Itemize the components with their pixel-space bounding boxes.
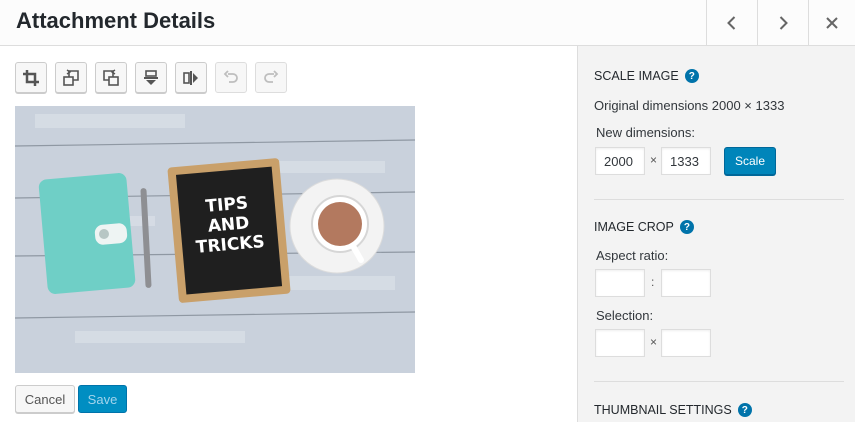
rotate-right-icon xyxy=(103,68,119,86)
rotate-left-button[interactable] xyxy=(55,62,87,93)
aspect-ratio-width-input[interactable] xyxy=(595,269,645,297)
crop-icon xyxy=(23,69,39,86)
selection-height-input[interactable] xyxy=(661,329,711,357)
rotate-left-icon xyxy=(63,68,79,86)
help-icon[interactable]: ? xyxy=(679,220,694,234)
thumbnail-settings-heading: Thumbnail Settings ? xyxy=(594,403,752,417)
selection-separator: × xyxy=(650,335,658,349)
flip-horizontal-icon xyxy=(183,70,198,85)
new-dimensions-label: New dimensions: xyxy=(596,125,695,140)
scale-image-heading: Scale Image ? xyxy=(594,69,699,83)
scale-height-input[interactable]: 1333 xyxy=(661,147,711,175)
cancel-button[interactable]: Cancel xyxy=(15,385,75,413)
previous-button[interactable] xyxy=(706,0,756,45)
image-preview[interactable]: TIPS AND TRICKS xyxy=(15,106,415,373)
help-icon[interactable]: ? xyxy=(737,403,752,417)
flip-horizontal-button[interactable] xyxy=(175,62,207,93)
selection-label: Selection: xyxy=(596,308,654,323)
undo-icon xyxy=(223,69,238,83)
preview-photo: TIPS AND TRICKS xyxy=(15,106,415,373)
image-edit-toolbar xyxy=(15,62,287,94)
undo-button[interactable] xyxy=(215,62,247,93)
page-title: Attachment Details xyxy=(16,8,216,33)
chevron-left-icon xyxy=(726,15,735,30)
scale-image-title: Scale Image xyxy=(594,69,679,83)
image-crop-title: Image Crop xyxy=(594,220,674,234)
scale-separator: × xyxy=(650,153,658,167)
flip-vertical-icon xyxy=(144,69,158,85)
redo-icon xyxy=(264,69,279,83)
close-button[interactable] xyxy=(808,0,855,45)
aspect-separator: : xyxy=(651,275,655,289)
image-crop-heading: Image Crop ? xyxy=(594,220,694,234)
aspect-ratio-height-input[interactable] xyxy=(661,269,711,297)
crop-button[interactable] xyxy=(15,62,47,93)
thumbnail-settings-title: Thumbnail Settings xyxy=(594,403,732,417)
section-divider xyxy=(594,381,844,382)
help-icon[interactable]: ? xyxy=(684,69,699,83)
save-button[interactable]: Save xyxy=(78,385,127,413)
flip-vertical-button[interactable] xyxy=(135,62,167,93)
original-dimensions: Original dimensions 2000 × 1333 xyxy=(594,98,785,113)
redo-button[interactable] xyxy=(255,62,287,93)
close-icon xyxy=(826,16,838,29)
modal-header: Attachment Details xyxy=(0,0,855,46)
aspect-ratio-label: Aspect ratio: xyxy=(596,248,669,263)
image-settings-sidebar: Scale Image ? Original dimensions 2000 ×… xyxy=(577,46,855,422)
selection-width-input[interactable] xyxy=(595,329,645,357)
rotate-right-button[interactable] xyxy=(95,62,127,93)
next-button[interactable] xyxy=(757,0,807,45)
section-divider xyxy=(594,199,844,200)
chevron-right-icon xyxy=(779,15,788,30)
scale-button[interactable]: Scale xyxy=(724,147,776,175)
scale-width-input[interactable]: 2000 xyxy=(595,147,645,175)
